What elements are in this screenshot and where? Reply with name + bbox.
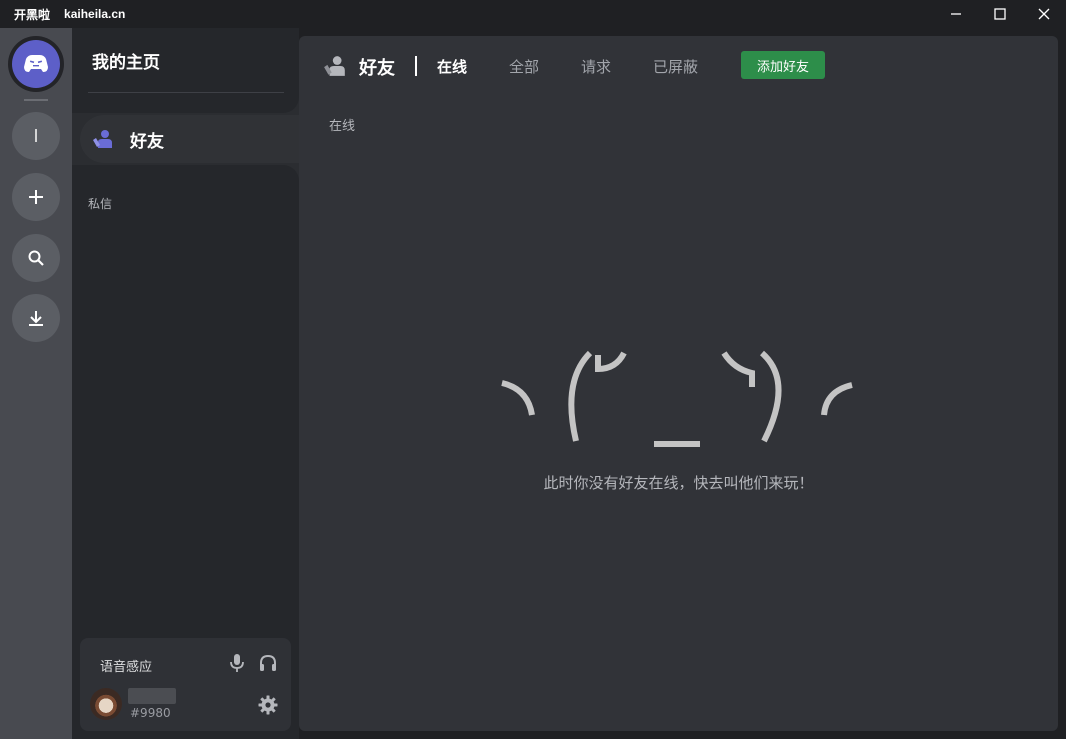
app-name: 开黑啦 [14,7,51,22]
online-section-label: 在线 [329,119,356,134]
sidebar-divider [88,92,284,93]
app-domain: kaiheila.cn [64,7,126,21]
main-panel: 好友 在线 全部 请求 已屏蔽 添加好友 在线 此时你没有好友在线，快去叫他们来… [299,36,1058,731]
title-bar: 开黑啦 kaiheila.cn [0,0,1066,28]
main-header: 好友 在线 全部 请求 已屏蔽 添加好友 [299,36,1058,96]
sidebar-header: 我的主页 [72,28,299,113]
voice-mode-label[interactable]: 语音感应 [100,656,152,675]
minimize-icon [951,13,961,15]
sidebar-body: 私信 语音感应 #9980 [72,165,299,739]
search-icon [28,250,44,266]
kaiheila-logo-icon [24,55,48,72]
download-button[interactable] [12,294,60,342]
dm-sidebar: 我的主页 好友 私信 语音感应 #9980 [72,28,299,739]
page-title: 好友 [359,58,395,79]
sidebar-item-label: 好友 [130,131,164,152]
friends-icon [93,130,112,148]
header-divider [415,56,417,76]
server-button[interactable]: I [12,112,60,160]
sidebar-item-friends[interactable]: 好友 [80,115,299,163]
window-controls [934,0,1066,28]
sidebar-title: 我的主页 [92,53,160,73]
settings-button[interactable] [258,695,278,715]
tab-requests[interactable]: 请求 [581,56,611,77]
user-panel: 语音感应 #9980 [80,638,291,731]
maximize-button[interactable] [978,0,1022,28]
close-icon [1038,8,1050,20]
dm-section-label: 私信 [88,197,113,211]
friends-icon [324,56,345,76]
home-button[interactable] [8,36,64,92]
microphone-icon [230,654,244,672]
search-button[interactable] [12,234,60,282]
tab-online[interactable]: 在线 [437,56,467,77]
shrug-illustration-icon [501,350,853,447]
username-redacted [128,688,176,704]
maximize-icon [994,8,1006,20]
microphone-button[interactable] [228,653,246,673]
add-server-button[interactable] [12,173,60,221]
tab-blocked[interactable]: 已屏蔽 [653,56,698,77]
headset-icon [260,654,276,671]
download-icon [29,311,43,326]
tab-all[interactable]: 全部 [509,56,539,77]
minimize-button[interactable] [934,0,978,28]
rail-separator [24,99,48,101]
gear-icon [258,695,278,715]
server-rail: I [0,28,72,739]
headset-button[interactable] [258,653,278,673]
empty-state-message: 此时你没有好友在线，快去叫他们来玩！ [543,474,814,492]
close-button[interactable] [1022,0,1066,28]
avatar[interactable] [90,688,122,720]
add-friend-button[interactable]: 添加好友 [741,51,825,79]
server-initial: I [33,125,39,146]
add-server-icon [29,190,43,204]
user-tag: #9980 [130,706,171,720]
